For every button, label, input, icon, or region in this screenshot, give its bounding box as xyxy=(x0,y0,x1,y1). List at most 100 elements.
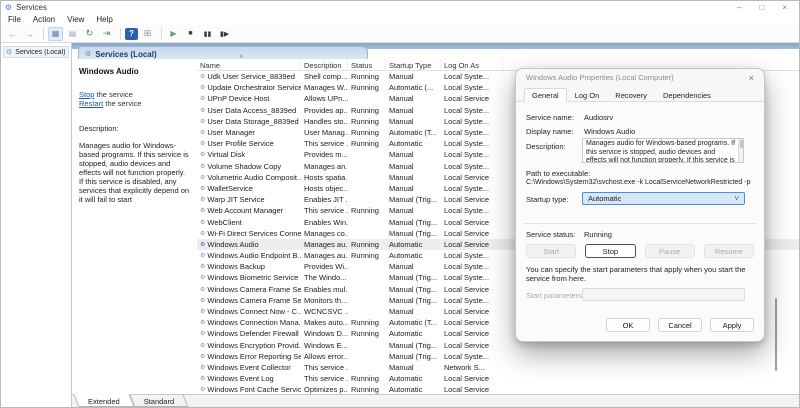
service-name: Volume Shadow Copy xyxy=(207,161,282,171)
service-startup-cell: Automatic (T... xyxy=(389,318,437,328)
service-name: Windows Backup xyxy=(207,262,265,272)
service-gear-icon: ⚙ xyxy=(200,208,206,215)
service-name: Windows Audio xyxy=(207,239,259,249)
general-tab-page: Service name: Audiosrv Display name: Win… xyxy=(516,101,764,341)
service-name: Volumetric Audio Composit... xyxy=(207,172,301,182)
dialog-title: Windows Audio Properties (Local Computer… xyxy=(526,73,674,82)
service-status-cell: Running xyxy=(351,239,379,249)
description-scrollbar[interactable] xyxy=(738,139,743,162)
description-box[interactable]: Manages audio for Windows-based programs… xyxy=(582,138,744,163)
service-gear-icon: ⚙ xyxy=(200,387,206,394)
start-service-icon[interactable]: ▶ xyxy=(166,27,181,41)
column-header-log-on-as[interactable]: Log On As xyxy=(441,59,503,70)
minimize-icon[interactable]: – xyxy=(737,1,741,14)
apply-button[interactable]: Apply xyxy=(710,318,754,332)
stop-service-link[interactable]: Stop xyxy=(79,90,94,99)
service-logon-cell: Local Syste... xyxy=(444,105,490,115)
service-gear-icon: ⚙ xyxy=(200,174,206,181)
close-icon[interactable]: × xyxy=(782,1,787,14)
service-startup-cell: Manual xyxy=(389,262,414,272)
task-pane: Windows Audio Stop the service Restart t… xyxy=(72,59,197,394)
forward-icon[interactable]: → xyxy=(22,27,37,41)
properties-icon[interactable]: ▤ xyxy=(65,27,80,41)
service-status-cell: Running xyxy=(351,128,379,138)
start-button[interactable]: Start xyxy=(526,244,577,258)
service-gear-icon: ⚙ xyxy=(200,74,206,81)
service-description-cell: Manages W... xyxy=(304,83,348,93)
service-name: Windows Event Collector xyxy=(207,362,291,372)
service-gear-icon: ⚙ xyxy=(200,342,206,349)
pause-button[interactable]: Pause xyxy=(644,244,695,258)
tree-item-services-local[interactable]: ⚙ Services (Local) xyxy=(3,46,69,58)
column-header-description[interactable]: Description xyxy=(301,59,348,70)
service-startup-cell: Manual xyxy=(389,94,414,104)
service-name: Windows Connection Mana... xyxy=(207,318,301,328)
restart-service-link[interactable]: Restart xyxy=(79,99,103,108)
maximize-icon[interactable]: □ xyxy=(759,1,764,14)
service-row[interactable]: ⚙ Windows Font Cache Service Optimizes p.… xyxy=(197,384,799,394)
selected-service-title: Windows Audio xyxy=(79,67,139,76)
service-startup-cell: Manual xyxy=(389,362,414,372)
dialog-tabs: General Log On Recovery Dependencies xyxy=(524,88,719,102)
tab-extended[interactable]: Extended xyxy=(73,394,135,407)
service-row[interactable]: ⚙ Windows Event Collector This service ..… xyxy=(197,362,799,373)
service-name: Windows Camera Frame Se... xyxy=(207,284,301,294)
service-gear-icon: ⚙ xyxy=(200,286,206,293)
service-name: Wi-Fi Direct Services Conne... xyxy=(207,228,301,238)
tab-dependencies[interactable]: Dependencies xyxy=(655,88,719,102)
startup-type-select[interactable]: Automatic ˅ xyxy=(582,192,745,205)
service-logon-cell: Local Service xyxy=(444,228,490,238)
console-tree-panel: ⚙ Services (Local) xyxy=(1,43,72,407)
service-description-cell: Manages au... xyxy=(304,239,348,249)
service-description-cell: This service ... xyxy=(304,139,348,149)
service-row[interactable]: ⚙ Windows Error Reporting Se... Allows er… xyxy=(197,351,799,362)
console-tree-icon[interactable]: ▦ xyxy=(48,26,63,41)
column-header-startup-type[interactable]: Startup Type xyxy=(386,59,441,70)
column-header-name[interactable]: Name ∧ xyxy=(197,54,301,70)
menu-file[interactable]: File xyxy=(8,15,21,24)
toolbar-separator xyxy=(43,27,44,40)
service-status-cell: Running xyxy=(351,385,379,394)
service-row[interactable]: ⚙ Windows Event Log This service ... Runn… xyxy=(197,373,799,384)
service-name: Udk User Service_8839ed xyxy=(207,72,295,82)
service-gear-icon: ⚙ xyxy=(200,107,206,114)
service-logon-cell: Local Syste... xyxy=(444,262,490,272)
column-header-status[interactable]: Status xyxy=(348,59,386,70)
tab-standard[interactable]: Standard xyxy=(129,395,189,407)
view-table-icon[interactable]: ⊞ xyxy=(140,27,155,41)
service-status-label: Service status: xyxy=(526,230,576,239)
start-parameters-input[interactable] xyxy=(582,288,745,301)
service-name: Web Account Manager xyxy=(207,206,284,216)
service-name: Windows Encryption Provid... xyxy=(207,340,301,350)
tab-log-on[interactable]: Log On xyxy=(567,88,608,102)
service-name: WalletService xyxy=(207,183,253,193)
export-list-icon[interactable]: ⇥ xyxy=(99,27,114,41)
vertical-scrollbar[interactable] xyxy=(775,298,777,371)
service-startup-cell: Manual xyxy=(389,307,414,317)
dialog-close-icon[interactable]: × xyxy=(749,73,754,83)
restart-service-icon[interactable]: ▮▶ xyxy=(217,27,232,41)
service-name: Windows Error Reporting Se... xyxy=(207,351,301,361)
ok-button[interactable]: OK xyxy=(606,318,650,332)
service-startup-cell: Manual xyxy=(389,150,414,160)
menu-help[interactable]: Help xyxy=(96,15,112,24)
service-logon-cell: Local Service xyxy=(444,329,490,339)
menu-view[interactable]: View xyxy=(67,15,84,24)
service-startup-cell: Manual (Trig... xyxy=(389,284,438,294)
tab-general[interactable]: General xyxy=(524,88,567,102)
cancel-button[interactable]: Cancel xyxy=(658,318,702,332)
back-icon[interactable]: ← xyxy=(5,27,20,41)
stop-service-icon[interactable]: ■ xyxy=(183,27,198,41)
pause-service-icon[interactable]: ▮▮ xyxy=(200,27,215,41)
service-logon-cell: Local Service xyxy=(444,374,490,384)
resume-button[interactable]: Resume xyxy=(703,244,754,258)
service-description-cell: Manages co... xyxy=(304,228,348,238)
help-icon[interactable]: ? xyxy=(125,27,138,40)
service-gear-icon: ⚙ xyxy=(200,253,206,260)
menu-action[interactable]: Action xyxy=(33,15,55,24)
tab-recovery[interactable]: Recovery xyxy=(607,88,655,102)
refresh-icon[interactable]: ↻ xyxy=(82,27,97,41)
service-gear-icon: ⚙ xyxy=(200,130,206,137)
display-name-value: Windows Audio xyxy=(584,127,636,136)
stop-button[interactable]: Stop xyxy=(585,244,636,258)
